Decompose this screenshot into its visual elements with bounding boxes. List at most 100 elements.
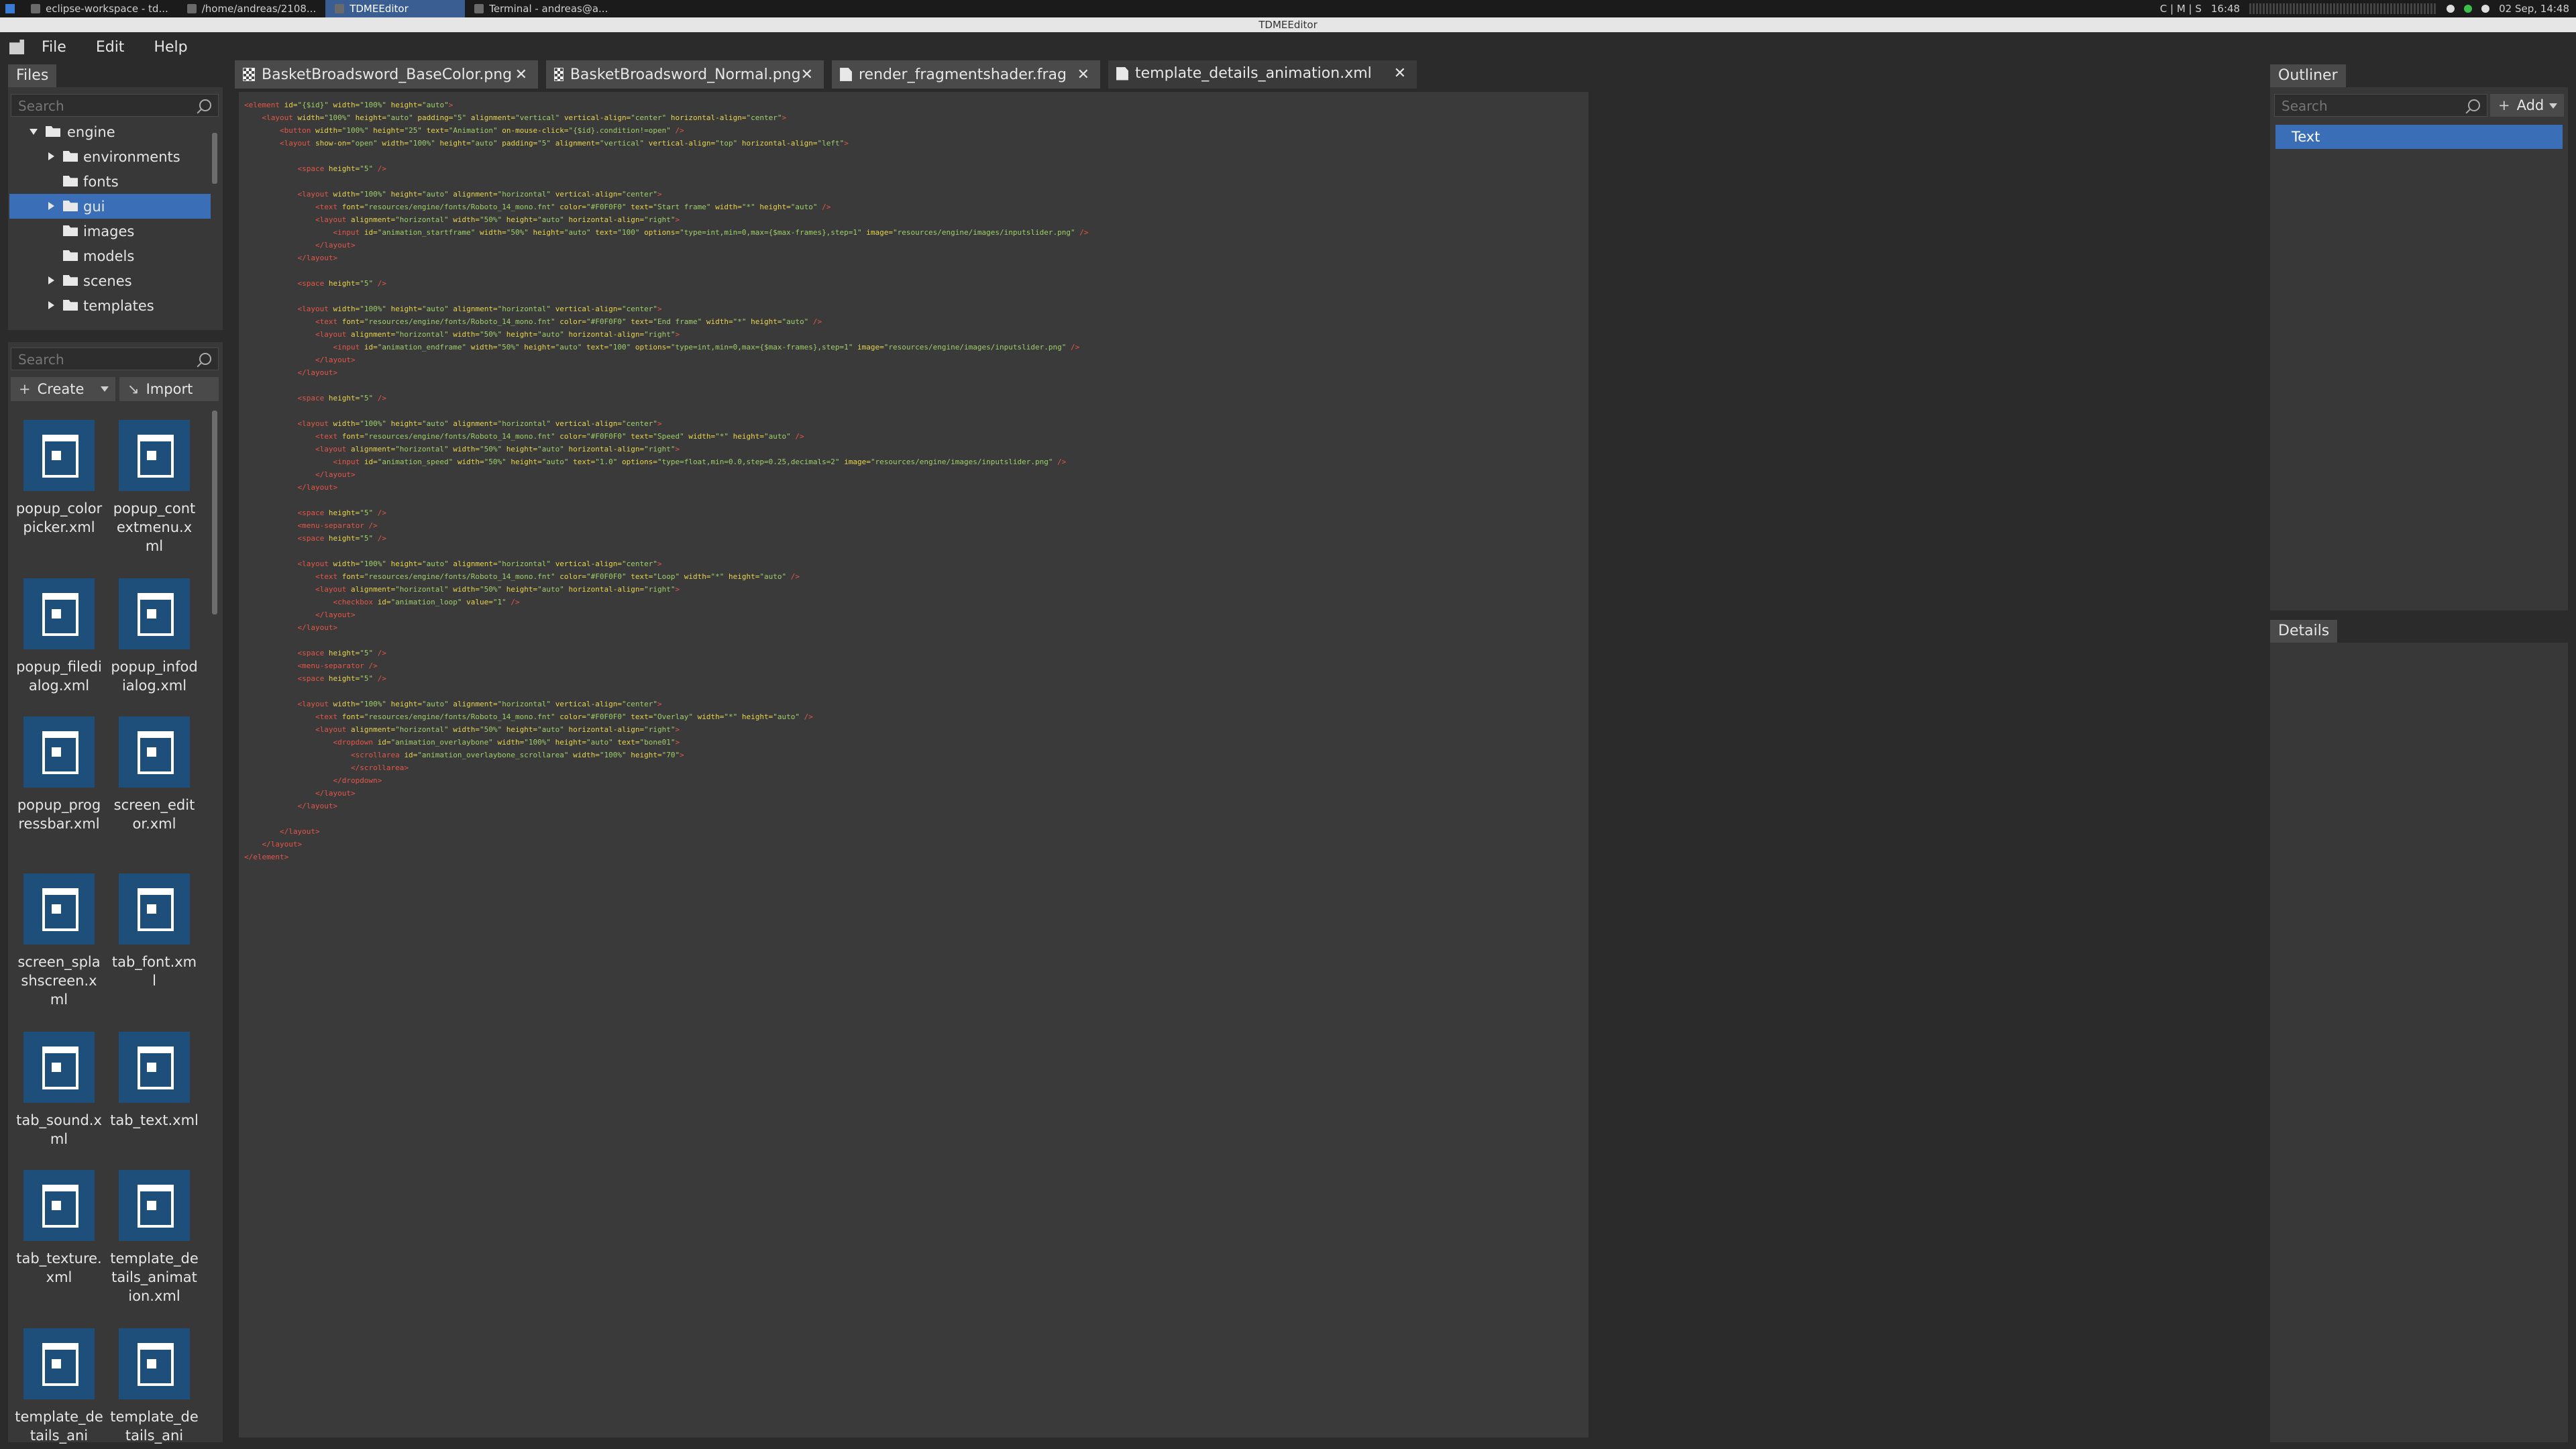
folder-icon [46,126,60,137]
code-line: ​ [244,290,1088,303]
file-name: tab_font.xml [111,954,197,989]
add-button[interactable]: + Add [2490,94,2564,117]
close-icon[interactable]: ✕ [515,66,527,83]
tree-item-images[interactable]: images [9,219,211,244]
tray-status: C | M | S [2159,3,2202,15]
tab-files[interactable]: Files [8,64,57,87]
code-line: <space height="5" /> [297,508,386,517]
close-icon[interactable]: ✕ [801,66,813,83]
window-title: TDMEEditor [0,17,2576,32]
tab-fragmentshader[interactable]: render_fragmentshader.frag ✕ [832,60,1100,89]
code-line: </dropdown> [333,776,382,785]
chevron-down-icon[interactable] [101,386,109,392]
folder-icon [63,300,78,311]
tree-item-label: images [83,223,135,239]
code-line: <layout width="100%" height="auto" align… [297,559,662,568]
notification-icon[interactable] [2447,5,2455,13]
chevron-right-icon[interactable] [48,301,54,309]
tray-date[interactable]: 02 Sep, 14:48 [2499,3,2569,15]
menu-edit[interactable]: Edit [96,39,125,56]
file-item[interactable]: template_details_ani [12,1328,106,1445]
code-line: <input id="animation_speed" width="50%" … [333,458,1067,466]
code-line: <text font="resources/engine/fonts/Robot… [315,317,822,326]
code-line: <input id="animation_endframe" width="50… [333,343,1080,352]
create-button[interactable]: + Create [11,377,115,401]
tree-item-gui[interactable]: gui [9,194,211,219]
chevron-right-icon[interactable] [48,202,54,210]
xml-file-icon [23,1328,95,1399]
tree-scrollbar[interactable] [212,133,217,184]
plus-icon: + [2498,97,2510,113]
file-item[interactable]: screen_editor.xml [107,716,201,833]
folder-icon [186,4,197,13]
file-item[interactable]: popup_contextmenu.xml [107,420,201,555]
tree-item-label: templates [83,297,154,314]
import-button[interactable]: ↘ Import [119,377,219,401]
taskbar-item-tdmeeditor[interactable]: TDMEEditor [325,0,466,17]
tree-item-templates[interactable]: templates [9,293,211,318]
tree-item-environments[interactable]: environments [9,144,211,169]
file-item[interactable]: tab_sound.xml [12,1032,106,1148]
taskbar-item-file-manager[interactable]: /home/andreas/2108... [178,0,325,17]
tab-basecolor-png[interactable]: BasketBroadsword_BaseColor.png ✕ [235,60,538,89]
tree-item-scenes[interactable]: scenes [9,268,211,293]
file-item[interactable]: tab_font.xml [107,873,201,990]
file-item[interactable]: popup_progressbar.xml [12,716,106,833]
xml-file-icon [119,1032,190,1103]
network-icon[interactable] [2464,5,2473,13]
taskbar-item-terminal[interactable]: Terminal - andreas@a... [465,0,617,17]
file-item[interactable]: template_details_animation.xml [107,1170,201,1305]
chevron-down-icon[interactable] [2549,103,2557,109]
file-item[interactable]: template_details_ani [107,1328,201,1445]
code-line: <text font="resources/engine/fonts/Robot… [315,203,831,211]
tab-details[interactable]: Details [2270,620,2338,643]
search-icon[interactable] [2468,99,2480,111]
chevron-down-icon[interactable] [30,129,38,135]
outliner-item-text[interactable]: Text [2275,125,2563,149]
code-line: </layout> [297,623,338,632]
taskbar-item-eclipse[interactable]: eclipse-workspace - td... [21,0,178,17]
tab-outliner[interactable]: Outliner [2270,64,2346,87]
search-icon[interactable] [199,353,211,365]
file-item[interactable]: tab_text.xml [107,1032,201,1130]
app-logo-icon [9,40,24,54]
tab-template-details-animation[interactable]: template_details_animation.xml ✕ [1108,60,1417,89]
folder-icon [63,225,78,236]
outliner-search-input[interactable] [2275,95,2453,117]
tree-item-engine[interactable]: engine [9,119,211,144]
chevron-right-icon[interactable] [48,152,54,160]
menu-file[interactable]: File [42,39,66,56]
volume-icon[interactable] [2481,5,2490,13]
code-text: <element id="{$id}" width="100%" height=… [244,99,1088,863]
menu-help[interactable]: Help [154,39,187,56]
file-item[interactable]: tab_texture.xml [12,1170,106,1287]
files-search-input[interactable] [11,95,185,117]
close-icon[interactable]: ✕ [1394,65,1406,82]
search-icon[interactable] [199,99,211,111]
code-line: <layout width="100%" height="auto" paddi… [262,113,787,122]
file-name: popup_colorpicker.xml [15,500,103,535]
tree-item-label: engine [67,123,115,140]
file-item[interactable]: popup_filedialog.xml [12,578,106,695]
file-item[interactable]: screen_splashscreen.xml [12,873,106,1009]
file-tree: engine environments fonts gui images mod… [9,119,211,318]
code-line: <text font="resources/engine/fonts/Robot… [315,572,800,581]
document-icon [840,68,852,81]
chevron-right-icon[interactable] [48,276,54,284]
xml-file-icon [119,420,190,491]
file-browser-scrollbar[interactable] [212,411,217,614]
tree-item-models[interactable]: models [9,244,211,268]
system-menu-icon[interactable] [5,4,15,13]
file-name: template_details_ani [15,1409,103,1444]
file-name: tab_text.xml [110,1112,199,1128]
tree-item-label: scenes [83,272,132,289]
file-item[interactable]: popup_infodialog.xml [107,578,201,695]
tab-normal-png[interactable]: BasketBroadsword_Normal.png ✕ [546,60,824,89]
code-line: </layout> [297,368,338,377]
close-icon[interactable]: ✕ [1077,66,1089,83]
file-browser-search-input[interactable] [11,348,185,371]
code-editor[interactable]: <element id="{$id}" width="100%" height=… [237,91,1590,1439]
file-item[interactable]: popup_colorpicker.xml [12,420,106,537]
code-line: ​ [244,685,1088,698]
tree-item-fonts[interactable]: fonts [9,169,211,194]
